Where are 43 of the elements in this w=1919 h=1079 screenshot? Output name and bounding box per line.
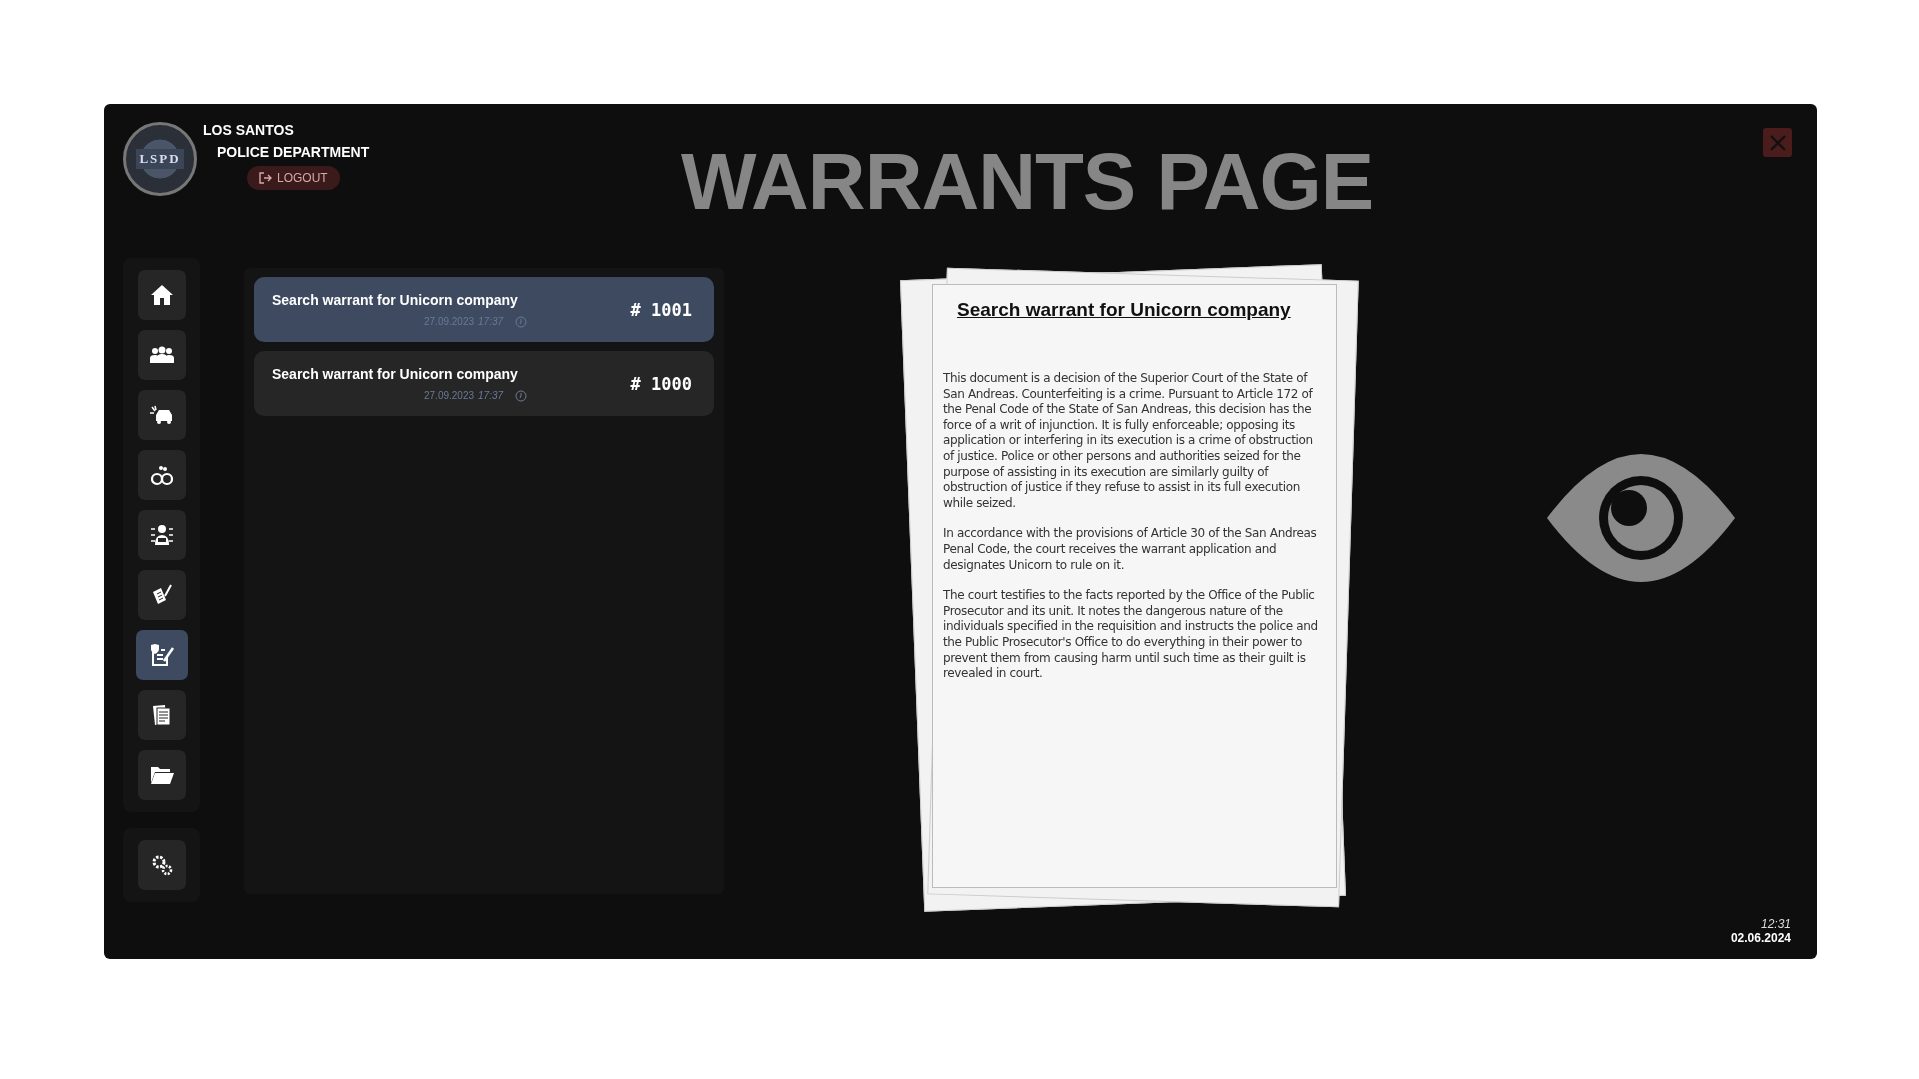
people-icon — [149, 346, 174, 364]
documents-icon — [150, 704, 173, 726]
home-icon — [149, 284, 174, 306]
clock-icon — [515, 389, 528, 402]
nav-button[interactable] — [135, 630, 188, 680]
logout-icon — [259, 172, 272, 184]
document-paragraph: In accordance with the provisions of Article 30 of the San Andreas Penal Code, the court receives the warrant application and designates Unicorn to rule on it. — [943, 526, 1318, 574]
document-pen-icon — [150, 584, 173, 606]
shield-document-icon — [148, 643, 175, 667]
warrant-number: # 1000 — [630, 373, 692, 394]
org-name: LOS SANTOS — [203, 122, 294, 138]
handcuffs-icon — [150, 464, 173, 486]
warrant-number: # 1001 — [630, 299, 692, 320]
clock-icon — [515, 315, 528, 328]
clock-time: 12:31 — [1760, 917, 1791, 931]
folder-icon — [149, 765, 174, 785]
settings-icon — [150, 854, 173, 876]
nav-button[interactable] — [137, 330, 186, 380]
mugshot-icon — [149, 524, 174, 546]
warrant-list-item[interactable]: Search warrant for Unicorn company 27.09.2023 17:37 # 1000 — [254, 351, 714, 416]
page-title: WARRANTS PAGE — [681, 142, 1374, 222]
warrant-date: 27.09.2023 — [424, 390, 475, 401]
org-name: POLICE DEPARTMENT — [217, 144, 370, 160]
nav-button[interactable] — [137, 840, 186, 890]
nav-button[interactable] — [137, 270, 186, 320]
document-title: Search warrant for Unicorn company — [957, 299, 1291, 321]
nav-button[interactable] — [137, 690, 186, 740]
document-paragraph: The court testifies to the facts reported by the Office of the Public Prosecutor and its unit. It notes the dangerous nature of the individuals specified in the requisition and instructs the police and the Public Prosecutor's Office to do everything in their power to prevent them from causing harm until such time as their guilt is revealed in court. — [943, 588, 1319, 682]
close-icon — [1768, 133, 1787, 152]
warrant-title: Search warrant for Unicorn company — [272, 291, 519, 308]
eye-icon[interactable] — [1545, 454, 1737, 582]
document-paragraph: This document is a decision of the Superior Court of the State of San Andreas. Counterfeiting is a crime. Pursuant to Article 172 of the Penal Code of the State of San Andreas, this decision has the force of a writ of injunction. It is fully enforceable; opposing its application or interfering in its execution is a crime of obstruction of justice. Police or other persons and authorities seized for the purpose of assisting in its execution are similarly guilty of obstruction of justice if they refuse to assist in its full execution while seized. — [943, 371, 1314, 512]
logo-text: LSPD — [136, 149, 184, 169]
car-crash-icon — [149, 405, 174, 425]
nav-button[interactable] — [137, 450, 186, 500]
nav-button[interactable] — [137, 750, 186, 800]
warrant-time: 17:37 — [478, 390, 504, 401]
nav-button[interactable] — [137, 510, 186, 560]
clock-date: 02.06.2024 — [1730, 931, 1791, 945]
nav-button[interactable] — [137, 570, 186, 620]
nav-button[interactable] — [137, 390, 186, 440]
warrant-title: Search warrant for Unicorn company — [272, 365, 519, 382]
logout-button[interactable]: LOGOUT — [247, 166, 340, 190]
